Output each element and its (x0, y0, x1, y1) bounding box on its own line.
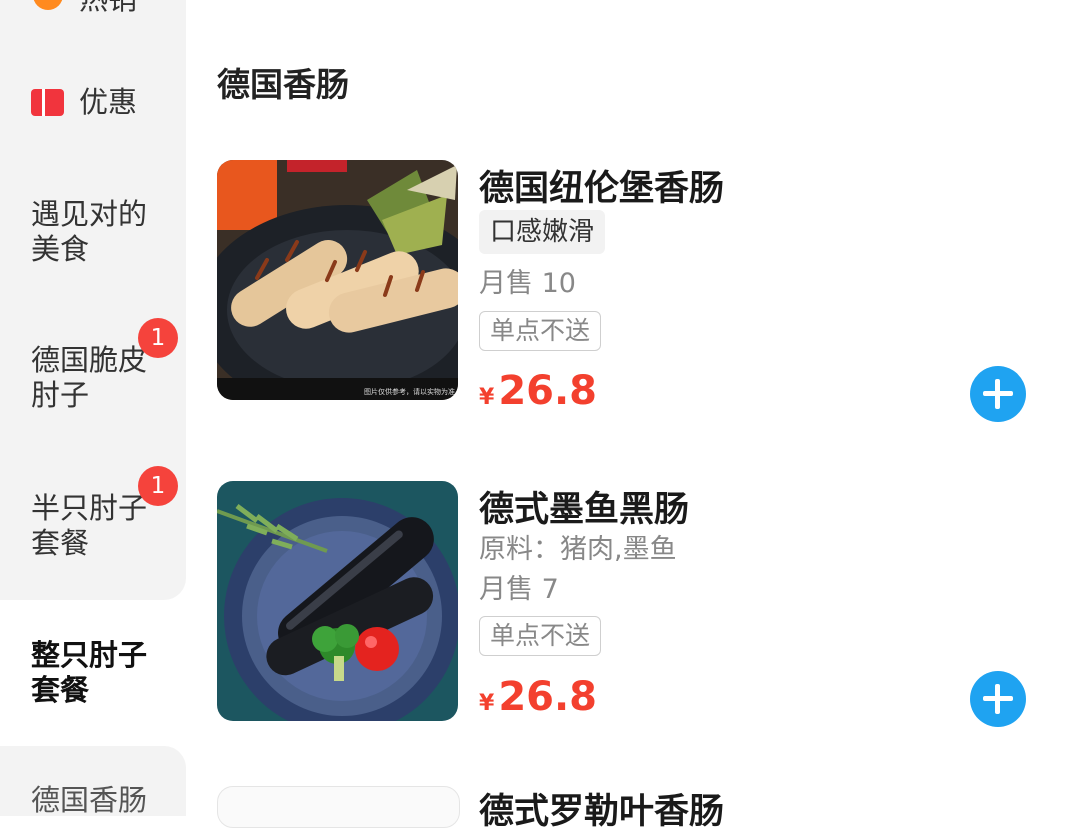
cart-count-badge: 1 (138, 466, 178, 506)
sidebar-item-label: 半只肘子套餐 (31, 491, 148, 560)
product-image[interactable] (217, 786, 460, 828)
image-caption: 图片仅供参考，请以实物为准 (364, 387, 455, 396)
product-tag: 口感嫩滑 (479, 210, 606, 254)
product-ingredients: 原料：猪肉,墨鱼 (479, 534, 677, 565)
add-to-cart-button[interactable] (970, 366, 1026, 422)
price-value: 26.8 (498, 674, 598, 720)
product-price: ¥26.8 (479, 368, 597, 414)
product-card[interactable]: 图片仅供参考，请以实物为准 德国纽伦堡香肠 口感嫩滑 月售 10 单点不送 ¥2… (217, 160, 1047, 422)
monthly-sales: 月售 7 (479, 574, 559, 605)
add-to-cart-button[interactable] (970, 671, 1026, 727)
product-card[interactable]: 德式墨鱼黑肠 原料：猪肉,墨鱼 月售 7 单点不送 ¥26.8 (217, 481, 1047, 727)
monthly-sales: 月售 10 (479, 268, 576, 299)
sidebar-item-whole-knuckle-set[interactable]: 整只肘子套餐 (31, 638, 155, 708)
section-title: 德国香肠 (217, 65, 349, 104)
currency-symbol: ¥ (479, 385, 495, 410)
product-price: ¥26.8 (479, 674, 597, 720)
sidebar-item-german-sausage[interactable]: 德国香肠 (31, 783, 171, 818)
sidebar-item-meet-food[interactable]: 遇见对的美食 (31, 197, 171, 267)
cart-count-badge: 1 (138, 318, 178, 358)
coupon-icon (31, 89, 64, 116)
product-name: 德式罗勒叶香肠 (479, 792, 725, 832)
no-solo-delivery-tag: 单点不送 (479, 311, 602, 351)
sidebar-item-label: 德国脆皮肘子 (31, 343, 148, 412)
product-name: 德国纽伦堡香肠 (479, 169, 725, 209)
no-solo-delivery-tag: 单点不送 (479, 616, 602, 656)
product-name: 德式墨鱼黑肠 (479, 490, 690, 530)
sidebar-item-label: 热销 (79, 0, 219, 17)
price-value: 26.8 (498, 368, 598, 414)
category-sidebar: 热销 优惠 遇见对的美食 德国脆皮肘子 1 半只肘子套餐 1 整只肘子套餐 德国… (0, 0, 186, 817)
product-image[interactable] (217, 481, 458, 721)
sidebar-item-label: 优惠 (79, 85, 138, 119)
currency-symbol: ¥ (479, 691, 495, 716)
product-image[interactable]: 图片仅供参考，请以实物为准 (217, 160, 458, 400)
